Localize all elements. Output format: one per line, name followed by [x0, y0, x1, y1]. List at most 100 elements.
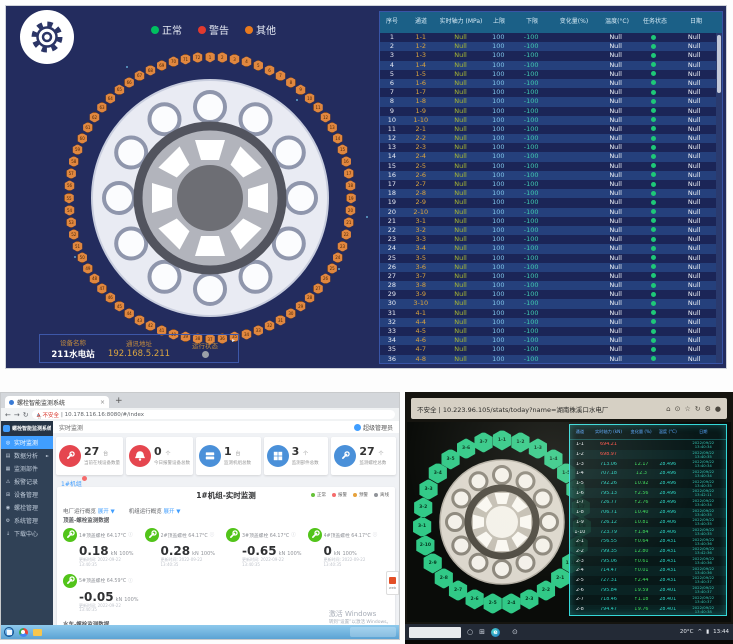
table-row[interactable]: 11-1Null100-100NullNull — [380, 33, 716, 42]
table-row[interactable]: 192-9Null100-100NullNull — [380, 198, 716, 207]
info-icon[interactable]: ⓘ — [210, 532, 215, 538]
address-bar[interactable]: ▲ 不安全 | 10.178.116.16:8080/#/index ☆ — [32, 410, 395, 419]
new-tab-button[interactable]: + — [115, 396, 123, 406]
photo-system-tray[interactable]: 20°C ^ ▮ 13:44 — [680, 629, 729, 635]
photo-windows-taskbar: ○ ⊞ e ⊙ 20°C ^ ▮ 13:44 — [405, 624, 733, 640]
info-icon[interactable]: ⓘ — [128, 578, 133, 584]
cell: 100 — [483, 281, 513, 290]
cortana-icon[interactable]: ○ — [467, 629, 473, 636]
info-icon[interactable]: ⓘ — [373, 532, 378, 538]
table-row[interactable]: 213-1Null100-100NullNull — [380, 217, 716, 226]
sidebar-item-3[interactable]: ▦监测部件 — [1, 462, 53, 475]
task-view-icon[interactable]: ⊞ — [479, 629, 485, 636]
sidebar-item-4[interactable]: ⚠报警记录 — [1, 475, 53, 488]
settings-icon[interactable]: ⚙ — [705, 405, 711, 413]
table-row[interactable]: 233-3Null100-100NullNull — [380, 235, 716, 244]
app-title: 螺栓智能监测系统 — [12, 425, 51, 432]
table-row[interactable]: 344-6Null100-100NullNull — [380, 336, 716, 345]
expand-button[interactable]: 展开 ▼ — [163, 509, 180, 515]
taskbar-search-input[interactable] — [409, 627, 461, 638]
cell: 100 — [483, 70, 513, 79]
tray-expand-icon[interactable]: ^ — [698, 629, 703, 635]
table-row[interactable]: 202-10Null100-100NullNull — [380, 208, 716, 217]
profile-icon[interactable]: ● — [715, 405, 721, 413]
photo-address-bar[interactable]: 不安全 | 10.223.96.105/stats/today?name=湖南株… — [411, 398, 727, 419]
table-row[interactable]: 41-4Null100-100NullNull — [380, 61, 716, 70]
sidebar-item-1[interactable]: ◎实时监测 — [1, 436, 53, 449]
cell: Null — [438, 33, 484, 42]
photo-cell: 28.401 — [655, 597, 681, 602]
table-row[interactable]: 162-6Null100-100NullNull — [380, 171, 716, 180]
table-row[interactable]: 182-8Null100-100NullNull — [380, 189, 716, 198]
table-row[interactable]: 122-2Null100-100NullNull — [380, 134, 716, 143]
table-row[interactable]: 243-4Null100-100NullNull — [380, 244, 716, 253]
back-icon[interactable]: ← — [5, 411, 11, 419]
table-row[interactable]: 142-4Null100-100NullNull — [380, 152, 716, 161]
reload-icon[interactable]: ↻ — [23, 411, 29, 419]
search-app-icon[interactable]: ⊙ — [512, 629, 518, 636]
forward-icon[interactable]: → — [14, 411, 20, 419]
explorer-taskbar-icon[interactable] — [32, 627, 42, 637]
table-row[interactable]: 253-5Null100-100NullNull — [380, 254, 716, 263]
bookmark-star-icon[interactable]: ☆ — [37, 414, 39, 416]
table-row[interactable]: 132-3Null100-100NullNull — [380, 143, 716, 152]
table-scrollbar[interactable] — [716, 33, 722, 363]
status-cell — [635, 42, 673, 51]
refresh-icon[interactable]: ↻ — [695, 405, 701, 413]
sensor-update-time: 更新时间: 2022-09-2213:40:35 — [161, 558, 225, 568]
table-row[interactable]: 172-7Null100-100NullNull — [380, 180, 716, 189]
table-row[interactable]: 283-8Null100-100NullNull — [380, 281, 716, 290]
tab-close-icon[interactable]: × — [100, 399, 105, 406]
info-icon[interactable]: ⓘ — [128, 532, 133, 538]
info-box-expand-arrow[interactable]: ▸ — [232, 337, 235, 344]
cell: Null — [597, 143, 635, 152]
table-row[interactable]: 364-8Null100-100NullNull — [380, 355, 716, 363]
card-legend-item: 离线 — [374, 492, 389, 498]
column-header: 变化量(%) — [550, 12, 598, 33]
table-row[interactable]: 31-3Null100-100NullNull — [380, 51, 716, 60]
info-icon[interactable]: ⓘ — [291, 532, 296, 538]
system-tray[interactable] — [350, 627, 396, 637]
table-row[interactable]: 81-8Null100-100NullNull — [380, 97, 716, 106]
edge-icon[interactable]: e — [491, 628, 500, 637]
sidebar-item-5[interactable]: ⊞设备管理 — [1, 488, 53, 501]
cell: Null — [597, 51, 635, 60]
table-row[interactable]: 51-5Null100-100NullNull — [380, 70, 716, 79]
cell: Null — [597, 226, 635, 235]
start-button[interactable] — [4, 627, 14, 637]
floating-widget[interactable]: web — [386, 571, 399, 595]
user-menu[interactable]: 超级管理员 — [354, 423, 393, 432]
table-row[interactable]: 21-2Null100-100NullNull — [380, 42, 716, 51]
table-row[interactable]: 223-2Null100-100NullNull — [380, 226, 716, 235]
table-row[interactable]: 314-1Null100-100NullNull — [380, 309, 716, 318]
table-row[interactable]: 273-7Null100-100NullNull — [380, 272, 716, 281]
table-row[interactable]: 293-9Null100-100NullNull — [380, 290, 716, 299]
sidebar-item-2[interactable]: ▤数据分析► — [1, 449, 53, 462]
expand-button[interactable]: 展开 ▼ — [98, 509, 115, 515]
sidebar-item-7[interactable]: ⚙系统管理 — [1, 514, 53, 527]
table-row[interactable]: 101-10Null100-100NullNull — [380, 116, 716, 125]
online-status-dot — [651, 356, 656, 361]
table-row[interactable]: 152-5Null100-100NullNull — [380, 162, 716, 171]
browser-tab[interactable]: 螺栓智能监测系统 × — [5, 396, 109, 408]
table-row[interactable]: 354-7Null100-100NullNull — [380, 345, 716, 354]
zoom-icon[interactable]: ⌂ — [666, 405, 670, 413]
sidebar-item-8[interactable]: ↓下载中心 — [1, 527, 53, 540]
table-row[interactable]: 303-10Null100-100NullNull — [380, 299, 716, 308]
online-status-dot — [651, 99, 656, 104]
table-row[interactable]: 263-6Null100-100NullNull — [380, 263, 716, 272]
chrome-taskbar-icon[interactable] — [18, 627, 28, 637]
scrollbar-thumb[interactable] — [717, 35, 721, 93]
photo-cell: 2022/09/2213:40:35 — [681, 528, 726, 536]
table-row[interactable]: 71-7Null100-100NullNull — [380, 88, 716, 97]
table-row[interactable]: 112-1Null100-100NullNull — [380, 125, 716, 134]
search-icon[interactable]: ⊙ — [675, 405, 681, 413]
cell: -100 — [513, 180, 549, 189]
favorites-icon[interactable]: ☆ — [684, 405, 690, 413]
table-row[interactable]: 334-5Null100-100NullNull — [380, 327, 716, 336]
table-row[interactable]: 324-4Null100-100NullNull — [380, 318, 716, 327]
sidebar-item-6[interactable]: ◉螺栓管理 — [1, 501, 53, 514]
table-row[interactable]: 61-6Null100-100NullNull — [380, 79, 716, 88]
cell: 21 — [380, 217, 404, 226]
table-row[interactable]: 91-9Null100-100NullNull — [380, 107, 716, 116]
